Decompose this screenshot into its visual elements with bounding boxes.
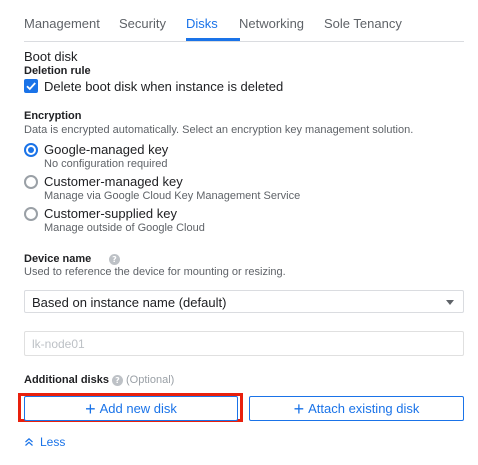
device-name-input: lk-node01: [24, 331, 464, 356]
device-name-select[interactable]: Based on instance name (default): [24, 290, 464, 313]
delete-boot-disk-checkbox[interactable]: [24, 79, 38, 93]
chevron-down-icon: [446, 300, 454, 305]
boot-disk-heading: Boot disk: [24, 49, 78, 64]
deletion-rule-label: Deletion rule: [24, 65, 91, 77]
device-name-heading: Device name: [24, 253, 92, 265]
attach-existing-disk-button[interactable]: + Attach existing disk: [249, 396, 464, 421]
double-chevron-up-icon: [25, 437, 33, 446]
customer-managed-key-sub: Manage via Google Cloud Key Management S…: [44, 190, 301, 202]
tab-bar: Management Security Disks Networking Sol…: [24, 0, 464, 42]
delete-boot-disk-label: Delete boot disk when instance is delete…: [44, 79, 284, 94]
customer-supplied-key-label: Customer-supplied key: [44, 206, 177, 221]
add-new-disk-label: Add new disk: [99, 401, 177, 416]
google-managed-key-label: Google-managed key: [44, 142, 169, 157]
radio-google-managed-key[interactable]: [24, 143, 38, 157]
device-name-description: Used to reference the device for mountin…: [24, 266, 286, 278]
plus-icon: +: [85, 398, 96, 419]
help-icon[interactable]: ?: [112, 375, 123, 386]
tab-sole-tenancy[interactable]: Sole Tenancy: [324, 16, 402, 31]
tab-security[interactable]: Security: [119, 16, 166, 31]
active-tab-indicator: [186, 38, 240, 41]
less-link[interactable]: Less: [24, 435, 65, 449]
radio-customer-supplied-key[interactable]: [24, 207, 38, 221]
radio-customer-managed-key[interactable]: [24, 175, 38, 189]
help-icon[interactable]: ?: [109, 254, 120, 265]
customer-managed-key-label: Customer-managed key: [44, 174, 183, 189]
attach-existing-disk-label: Attach existing disk: [308, 401, 420, 416]
google-managed-key-sub: No configuration required: [44, 158, 168, 170]
optional-label: (Optional): [126, 374, 175, 386]
tab-disks[interactable]: Disks: [186, 16, 218, 31]
less-label: Less: [40, 435, 66, 449]
add-new-disk-button[interactable]: + Add new disk: [24, 396, 238, 421]
encryption-description: Data is encrypted automatically. Select …: [24, 124, 414, 136]
device-name-select-value: Based on instance name (default): [32, 295, 227, 310]
encryption-heading: Encryption: [24, 110, 82, 122]
additional-disks-heading: Additional disks: [24, 374, 109, 386]
customer-supplied-key-sub: Manage outside of Google Cloud: [44, 222, 205, 234]
checkmark-icon: [26, 82, 36, 91]
device-name-input-value: lk-node01: [32, 337, 85, 351]
tab-management[interactable]: Management: [24, 16, 100, 31]
tab-networking[interactable]: Networking: [239, 16, 304, 31]
plus-icon: +: [293, 398, 305, 419]
